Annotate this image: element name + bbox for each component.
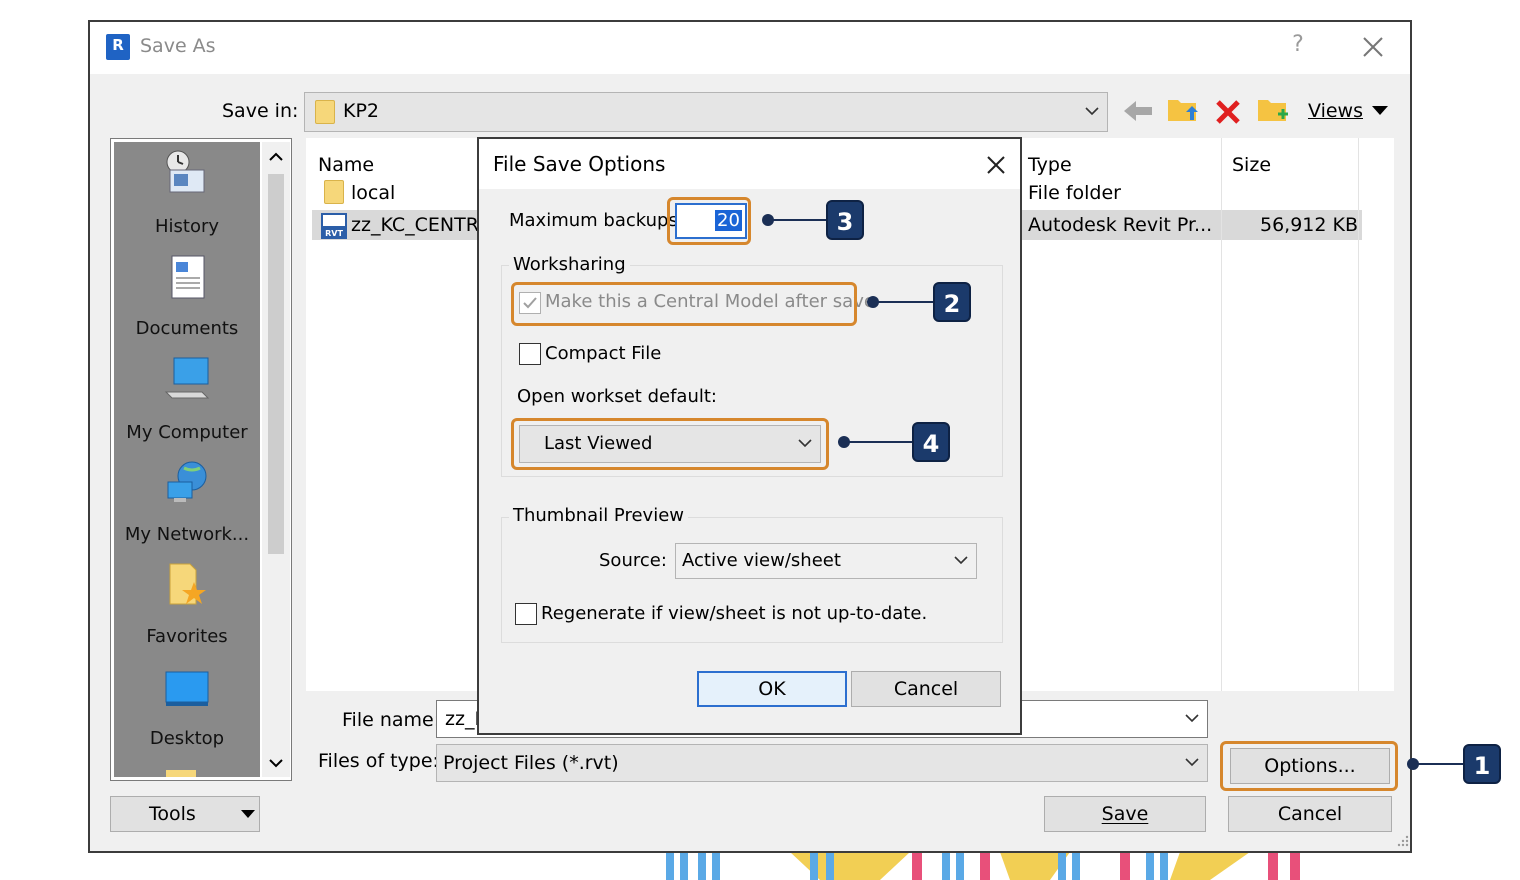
dialog-title-bar: File Save Options	[479, 139, 1020, 189]
files-of-type-label: Files of type:	[318, 750, 439, 772]
source-value: Active view/sheet	[682, 550, 841, 571]
desktop-icon	[165, 671, 209, 706]
close-icon[interactable]	[1356, 30, 1390, 64]
title-bar: R Save As ?	[90, 22, 1410, 74]
callout-number: 4	[912, 422, 950, 462]
history-icon	[166, 150, 205, 193]
ok-button[interactable]: OK	[697, 671, 847, 707]
help-button[interactable]: ?	[1286, 32, 1310, 60]
row-name[interactable]: local	[351, 182, 395, 204]
resize-grip-icon[interactable]	[1396, 834, 1410, 848]
open-workset-highlight	[511, 418, 829, 470]
source-select[interactable]: Active view/sheet	[675, 543, 977, 579]
tools-button[interactable]: Tools	[110, 796, 260, 832]
favorites-icon	[169, 563, 206, 605]
callout-line	[873, 301, 935, 303]
folder-icon	[324, 180, 344, 204]
place-documents-label[interactable]: Documents	[114, 318, 260, 339]
column-header-type[interactable]: Type	[1028, 154, 1072, 176]
place-computer-label[interactable]: My Computer	[114, 422, 260, 443]
thumbnail-group	[501, 517, 1003, 643]
new-folder-icon[interactable]	[1256, 94, 1290, 126]
callout-2: 2	[867, 282, 973, 322]
place-history-label[interactable]: History	[114, 216, 260, 237]
svg-text:RVT: RVT	[325, 229, 343, 238]
max-backups-label: Maximum backups:	[509, 210, 684, 231]
source-label: Source:	[599, 550, 667, 571]
row-name[interactable]: zz_KC_CENTRA	[351, 214, 491, 236]
make-central-highlight	[511, 282, 857, 326]
callout-number: 1	[1463, 744, 1501, 784]
chevron-down-icon	[954, 556, 968, 565]
callout-number: 3	[826, 200, 864, 240]
save-in-value: KP2	[343, 100, 380, 122]
window-title: Save As	[140, 35, 216, 57]
places-bar: History Documents My Computer My Network…	[110, 138, 292, 781]
row-type: File folder	[1028, 182, 1121, 204]
chevron-down-icon[interactable]	[1185, 713, 1199, 723]
max-backups-highlight	[667, 197, 751, 245]
options-highlight	[1220, 741, 1398, 791]
callout-line	[1413, 763, 1465, 765]
open-workset-label: Open workset default:	[517, 386, 717, 407]
views-label[interactable]: Views	[1308, 100, 1363, 122]
row-type: Autodesk Revit Pr...	[1028, 214, 1213, 236]
save-in-label: Save in:	[222, 100, 299, 122]
revit-app-icon: R	[106, 34, 130, 60]
rvt-file-icon: RVT	[321, 213, 347, 239]
regenerate-label: Regenerate if view/sheet is not up-to-da…	[541, 603, 928, 624]
scroll-up-icon[interactable]	[269, 152, 283, 162]
thumbnail-legend: Thumbnail Preview	[509, 505, 688, 526]
places-scrollbar[interactable]	[262, 142, 290, 777]
column-divider	[1221, 138, 1222, 691]
regenerate-checkbox[interactable]	[515, 603, 537, 625]
scrollbar-thumb[interactable]	[268, 174, 284, 554]
background-model-graphic	[666, 852, 1300, 880]
tools-label: Tools	[149, 803, 196, 825]
close-icon[interactable]	[982, 151, 1010, 179]
scroll-down-icon[interactable]	[269, 758, 283, 768]
worksharing-legend: Worksharing	[509, 254, 630, 275]
callout-line	[768, 219, 828, 221]
row-size: 56,912 KB	[1260, 214, 1359, 236]
column-header-name[interactable]: Name	[318, 154, 374, 176]
back-arrow-icon[interactable]	[1122, 98, 1154, 124]
place-favorites-label[interactable]: Favorites	[114, 626, 260, 647]
files-of-type-combo[interactable]: Project Files (*.rvt)	[436, 744, 1208, 782]
save-button[interactable]: Save	[1044, 796, 1206, 832]
callout-4: 4	[838, 422, 952, 462]
up-folder-icon[interactable]	[1166, 94, 1200, 126]
folder-icon	[315, 100, 335, 124]
documents-icon	[171, 255, 205, 299]
place-desktop-label[interactable]: Desktop	[114, 728, 260, 749]
callout-number: 2	[933, 282, 971, 322]
chevron-down-icon	[1085, 107, 1099, 116]
callout-1: 1	[1407, 744, 1503, 784]
callout-3: 3	[762, 200, 866, 240]
compact-file-label: Compact File	[545, 343, 662, 364]
computer-icon	[164, 357, 210, 399]
file-name-label: File name:	[342, 709, 441, 731]
views-dropdown-icon[interactable]	[1372, 106, 1388, 116]
cancel-button[interactable]: Cancel	[1228, 796, 1392, 832]
network-icon	[167, 461, 207, 502]
column-header-size[interactable]: Size	[1232, 154, 1271, 176]
chevron-down-icon	[1185, 758, 1199, 767]
compact-file-checkbox[interactable]	[519, 343, 541, 365]
dialog-cancel-button[interactable]: Cancel	[851, 671, 1001, 707]
folder-icon	[166, 770, 196, 777]
place-network-label[interactable]: My Network...	[114, 524, 260, 545]
tools-dropdown-icon	[241, 810, 255, 818]
delete-icon[interactable]	[1214, 98, 1242, 126]
save-in-combo[interactable]: KP2	[304, 92, 1108, 132]
dialog-title: File Save Options	[493, 152, 666, 176]
column-divider	[1358, 138, 1359, 691]
callout-line	[844, 441, 914, 443]
files-of-type-value: Project Files (*.rvt)	[443, 752, 619, 774]
